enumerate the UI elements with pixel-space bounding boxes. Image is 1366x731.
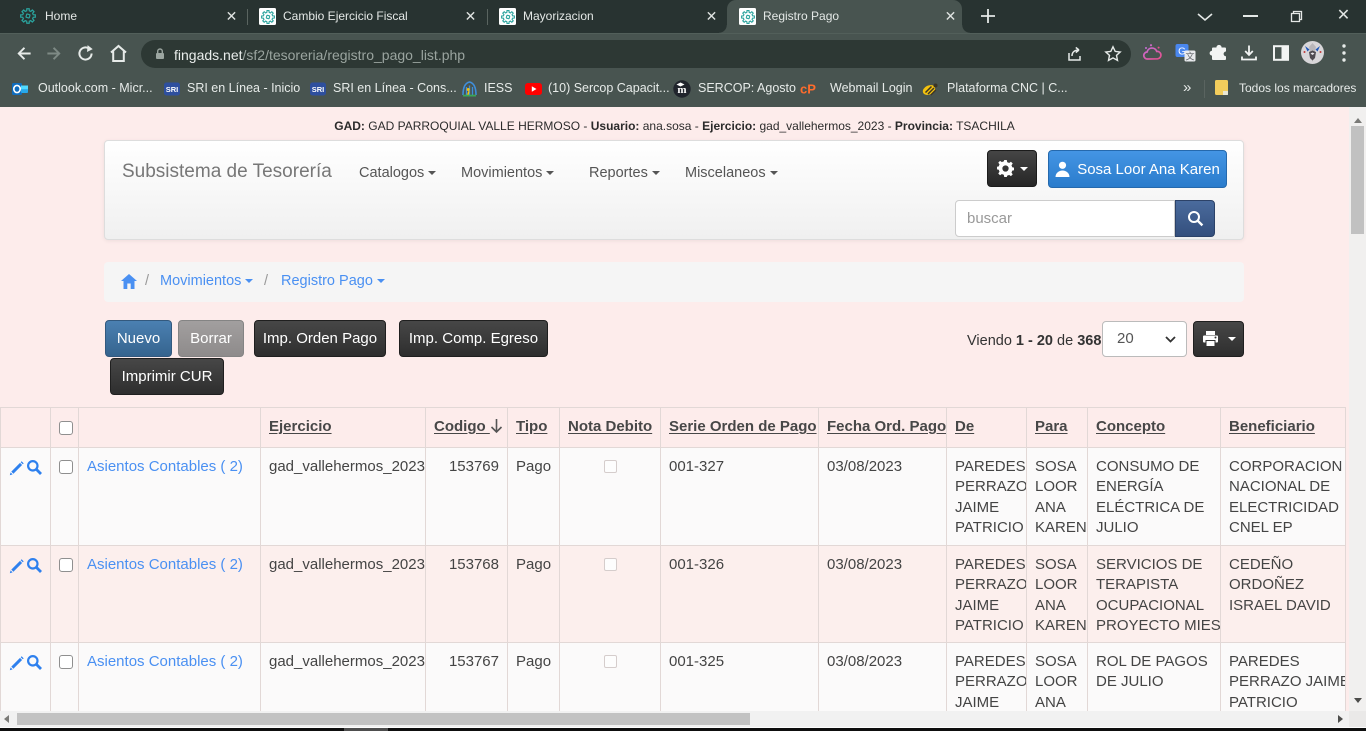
svg-text:SRI: SRI [166,85,179,94]
svg-text:SRI: SRI [312,85,325,94]
svg-text:m: m [677,84,686,96]
svg-text:cP: cP [800,82,816,96]
svg-text:文: 文 [1185,51,1194,62]
